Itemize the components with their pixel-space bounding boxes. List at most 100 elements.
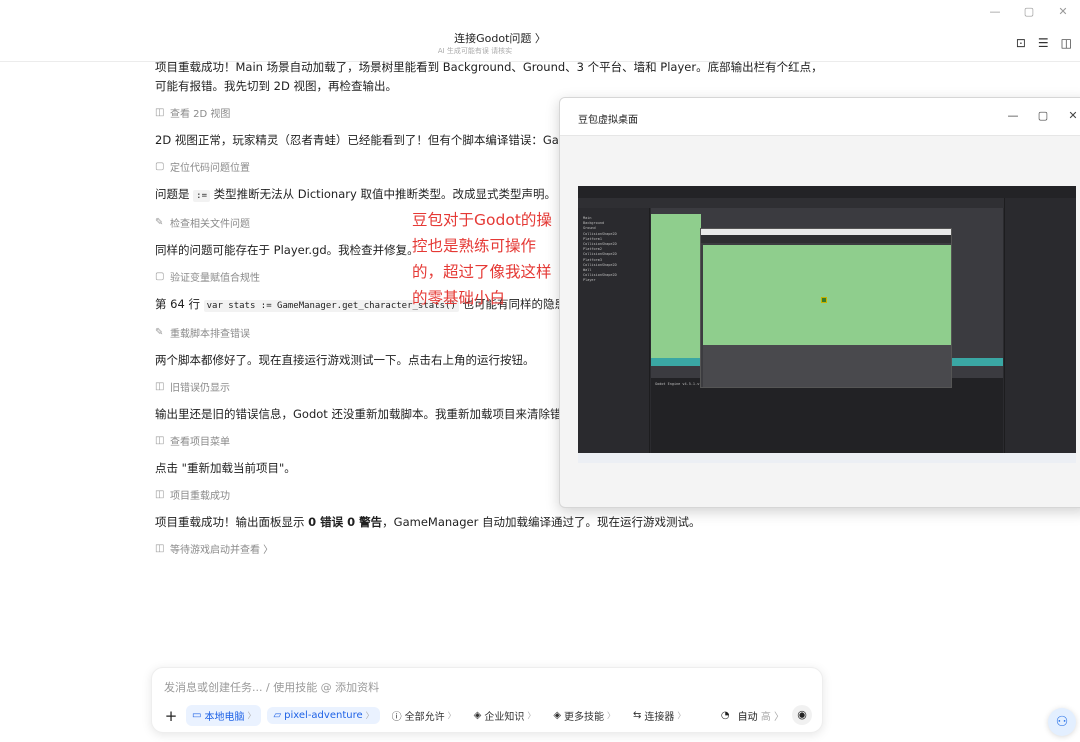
assistant-message: 项目重载成功！输出面板显示 0 错误 0 警告，GameManager 自动加载… <box>155 513 825 532</box>
chip-1[interactable]: ▱ pixel-adventure 〉 <box>267 707 380 724</box>
ai-disclaimer: AI 生成可能有误 请核实 <box>437 47 513 55</box>
godot-inspector-dock <box>1004 198 1076 453</box>
chip-3[interactable]: ◈ 企业知识〉 <box>468 705 542 726</box>
godot-output-panel: Godot Engine v4.5.1.stable <box>651 378 1003 453</box>
chip-5[interactable]: ⇆ 连接器〉 <box>627 705 691 726</box>
running-game-window[interactable] <box>700 228 952 388</box>
view-icon: ◫ <box>155 106 165 118</box>
chevron-right-icon: 〉 <box>247 711 256 720</box>
layers-icon: ◈ <box>553 710 562 721</box>
conversation-title[interactable]: 连接Godot问题 〉 <box>0 30 1000 46</box>
godot-tab-bar <box>578 198 1076 208</box>
chevron-right-icon: 〉 <box>607 711 616 720</box>
close-button[interactable]: ✕ <box>1046 0 1080 24</box>
view-icon: ◫ <box>155 542 165 554</box>
step-label: 等待游戏启动并查看 〉 <box>170 544 274 556</box>
message-composer: 发消息或创建任务... / 使用技能 @ 添加资料 + ▭ 本地电脑〉 ▱ pixel… <box>151 667 823 733</box>
assistant-message: 项目重载成功！Main 场景自动加载了，场景树里能看到 Background、G… <box>155 60 823 93</box>
book-icon: ▢ <box>155 160 165 172</box>
maximize-button[interactable]: ▢ <box>1012 0 1046 24</box>
window-controls: — ▢ ✕ <box>978 0 1080 24</box>
scene-tree-node[interactable]: Ground <box>583 226 596 230</box>
step-label: 检查相关文件问题 <box>170 218 250 230</box>
book-icon: ▢ <box>155 270 165 282</box>
step-item[interactable]: ◫ 等待游戏启动并查看 〉 <box>155 542 825 556</box>
step-label: 旧错误仍显示 <box>170 382 230 394</box>
game-ground <box>703 345 951 387</box>
chevron-right-icon: 〉 <box>527 711 536 720</box>
chip-4[interactable]: ◈ 更多技能〉 <box>547 705 621 726</box>
view-icon: ◫ <box>155 488 165 500</box>
step-label: 定位代码问题位置 <box>170 162 250 174</box>
message-text: 问题是 <box>155 187 194 201</box>
scene-tree-node[interactable]: CollisionShape2D <box>583 232 617 236</box>
layers-icon: ◈ <box>473 710 482 721</box>
assistant-float-button[interactable]: ⚇ <box>1048 708 1076 736</box>
scene-tree-node[interactable]: Wall <box>583 268 591 272</box>
scene-tree-node[interactable]: Background <box>583 221 604 225</box>
scene-tree-node[interactable]: CollisionShape2D <box>583 242 617 246</box>
scene-tree-node[interactable]: Main <box>583 216 591 220</box>
chip-2[interactable]: ⓘ 全部允许〉 <box>386 705 462 726</box>
message-text: 项目重载成功！输出面板显示 <box>155 515 309 529</box>
vd-minimize-button[interactable]: — <box>998 109 1028 122</box>
folder-icon: ▱ <box>273 710 282 721</box>
virtual-desktop-window: 豆包虚拟桌面 — ▢ ✕ Main Background Ground Collisi… <box>559 97 1080 508</box>
scene-tree-node[interactable]: Platform1 <box>583 237 602 241</box>
edit-icon: ✎ <box>155 326 164 338</box>
loading-icon: ◔ <box>720 709 730 721</box>
chevron-right-icon: 〉 <box>365 711 374 720</box>
add-attachment-button[interactable]: + <box>162 707 180 725</box>
laptop-icon: ▭ <box>192 710 202 721</box>
game-sky <box>703 245 951 345</box>
scene-tree-node[interactable]: Player <box>583 278 596 282</box>
record-button[interactable]: ◉ <box>792 705 812 725</box>
chip-label: 全部允许 <box>404 712 445 723</box>
minimize-button[interactable]: — <box>978 0 1012 24</box>
step-label: 重载脚本排查错误 <box>170 328 250 340</box>
permission-icon: ⓘ <box>391 712 402 723</box>
godot-editor-screenshot[interactable]: Main Background Ground CollisionShape2D Plat… <box>578 186 1076 463</box>
step-label: 查看 2D 视图 <box>170 108 231 120</box>
scene-tree-node[interactable]: CollisionShape2D <box>583 252 617 256</box>
message-text: ，GameManager 自动加载编译通过了。现在运行游戏测试。 <box>382 515 701 529</box>
message-text: 第 64 行 <box>155 297 204 311</box>
chevron-right-icon: 〉 <box>447 711 456 720</box>
chip-0[interactable]: ▭ 本地电脑〉 <box>186 705 262 726</box>
chip-label: 连接器 <box>644 712 675 723</box>
step-label: 项目重载成功 <box>170 490 230 502</box>
godot-menu-bar <box>578 186 1076 198</box>
step-label: 验证变量赋值合规性 <box>170 272 260 284</box>
chip-label: 本地电脑 <box>204 712 245 723</box>
chevron-right-icon: 〉 <box>677 711 686 720</box>
red-annotation: 豆包对于Godot的操控也是熟练可操作的，超过了像我这样的零基础小白 <box>412 211 552 307</box>
virtual-desktop-title: 豆包虚拟桌面 <box>578 115 638 126</box>
scene-tree-node[interactable]: CollisionShape2D <box>583 263 617 267</box>
chip-label: pixel-adventure <box>284 710 363 721</box>
sidebar-icon[interactable]: ◫ <box>1061 36 1072 50</box>
godot-scene-dock: Main Background Ground CollisionShape2D Plat… <box>578 208 650 453</box>
edit-icon: ✎ <box>155 216 164 228</box>
list-icon[interactable]: ☰ <box>1038 36 1049 50</box>
windows-taskbar <box>578 453 1076 463</box>
new-chat-icon[interactable]: ⊡ <box>1016 36 1026 50</box>
vd-maximize-button[interactable]: ▢ <box>1028 109 1058 122</box>
message-text: 类型推断无法从 Dictionary 取值中推断类型。改成显式类型声明。 <box>210 187 556 201</box>
scene-tree-node[interactable]: Platform3 <box>583 258 602 262</box>
chat-header: 连接Godot问题 〉 AI 生成可能有误 请核实 ⊡ ☰ ◫ <box>0 24 1080 62</box>
mode-select[interactable]: 自动 高 〉 <box>738 708 784 723</box>
scene-tree-node[interactable]: Platform2 <box>583 247 602 251</box>
player-sprite <box>821 297 827 303</box>
view-icon: ◫ <box>155 434 165 446</box>
scene-tree-node[interactable]: CollisionShape2D <box>583 273 617 277</box>
bold-text: 0 错误 0 警告 <box>308 515 383 529</box>
chip-label: 企业知识 <box>484 712 525 723</box>
virtual-desktop-titlebar: 豆包虚拟桌面 — ▢ ✕ <box>560 98 1080 136</box>
step-label: 查看项目菜单 <box>170 436 230 448</box>
vd-close-button[interactable]: ✕ <box>1058 109 1080 122</box>
inline-code: := <box>193 190 210 202</box>
connector-icon: ⇆ <box>633 710 642 721</box>
view-icon: ◫ <box>155 380 165 392</box>
chip-label: 更多技能 <box>564 712 605 723</box>
message-input[interactable]: 发消息或创建任务... / 使用技能 @ 添加资料 <box>164 679 379 695</box>
